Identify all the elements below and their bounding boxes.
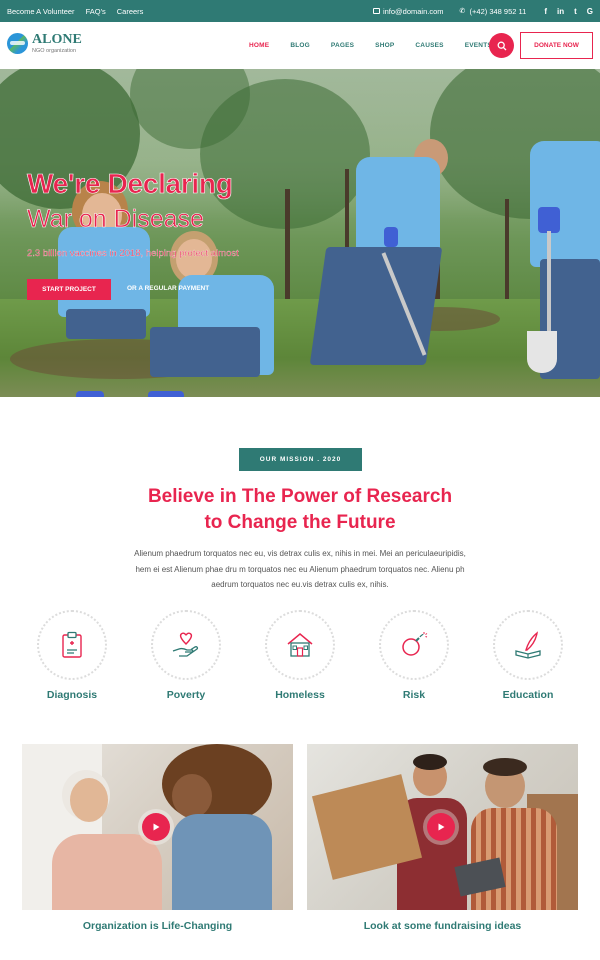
cause-icon-circle — [265, 610, 335, 680]
cause-diagnosis[interactable]: Diagnosis — [32, 610, 112, 701]
heart-hand-icon — [172, 632, 199, 657]
video-play-button[interactable] — [427, 813, 455, 841]
cause-label: Homeless — [275, 689, 325, 701]
email-link[interactable]: info@domain.com — [372, 6, 444, 16]
google-icon[interactable]: G — [587, 7, 593, 16]
cause-homeless[interactable]: Homeless — [260, 610, 340, 701]
cause-label: Poverty — [166, 689, 206, 701]
card-image-life-changing[interactable] — [22, 744, 293, 910]
cause-icon-circle — [493, 610, 563, 680]
book-quill-icon — [515, 631, 541, 659]
mission-text-line-3: aedrum torquatos nec eu.vis detrax culis… — [211, 580, 389, 589]
site-header: ALONE NGO organization HOME BLOG PAGES S… — [0, 22, 600, 69]
nav-events[interactable]: EVENTS — [465, 42, 492, 49]
cause-education[interactable]: Education — [488, 610, 568, 701]
phone-icon: ✆ — [459, 7, 466, 15]
logo-title: ALONE — [32, 32, 82, 47]
bomb-icon — [402, 632, 428, 656]
faqs-link[interactable]: FAQ's — [86, 7, 106, 16]
search-icon — [497, 41, 506, 50]
clipboard-icon — [62, 631, 82, 658]
nav-shop[interactable]: SHOP — [375, 42, 394, 49]
play-icon — [153, 823, 160, 831]
mission-text-line-1: Alienum phaedrum torquatos nec eu, vis d… — [134, 549, 466, 558]
cause-risk[interactable]: Risk — [374, 610, 454, 701]
hero-title-line-1: We're Declaring — [27, 168, 233, 199]
search-button[interactable] — [489, 33, 514, 58]
card-title-fundraising[interactable]: Look at some fundraising ideas — [307, 920, 578, 932]
cause-icon-circle — [37, 610, 107, 680]
careers-link[interactable]: Careers — [117, 7, 144, 16]
become-volunteer-link[interactable]: Become A Volunteer — [7, 7, 75, 16]
logo-subtitle: NGO organization — [32, 48, 77, 54]
linkedin-icon[interactable]: in — [557, 7, 564, 16]
mission-title-line-1: Believe in The Power of Research — [147, 486, 453, 507]
nav-pages[interactable]: PAGES — [331, 42, 354, 49]
mission-badge: OUR MISSION . 2020 — [239, 448, 362, 471]
hero-banner: We're Declaring War on Disease 2.3 billi… — [0, 69, 600, 397]
card-image-fundraising[interactable] — [307, 744, 578, 910]
play-icon — [438, 823, 445, 831]
site-logo[interactable]: ALONE NGO organization — [7, 33, 82, 54]
phone-link[interactable]: ✆ (+42) 348 952 11 — [460, 7, 527, 16]
mission-text-line-2: hem ei est Alienum phae dru m torquatos … — [135, 564, 465, 574]
cause-label: Education — [502, 689, 554, 701]
top-bar-links: Become A Volunteer FAQ's Careers — [7, 0, 143, 22]
globe-logo-icon — [7, 33, 28, 54]
cause-icon-circle — [379, 610, 449, 680]
mission-title: Believe in The Power of Research to Chan… — [0, 484, 600, 536]
card-title-life-changing[interactable]: Organization is Life-Changing — [22, 920, 293, 932]
cause-label: Diagnosis — [46, 689, 98, 701]
cause-poverty[interactable]: Poverty — [146, 610, 226, 701]
donate-now-button[interactable]: DONATE NOW — [520, 32, 593, 59]
regular-payment-link[interactable]: OR A REGULAR PAYMENT — [127, 285, 209, 292]
envelope-icon — [372, 8, 380, 14]
cause-icon-circle — [151, 610, 221, 680]
email-text: info@domain.com — [382, 6, 444, 16]
top-bar: Become A Volunteer FAQ's Careers info@do… — [0, 0, 600, 22]
cause-label: Risk — [402, 689, 426, 701]
facebook-icon[interactable]: f — [544, 7, 547, 16]
hero-title-line-2: War on Disease — [27, 205, 204, 234]
nav-home[interactable]: HOME — [249, 42, 269, 49]
house-icon — [287, 633, 313, 657]
mission-title-line-2: to Change the Future — [204, 512, 396, 533]
hero-subtitle: 2.3 billion vaccines in 2018, helping pr… — [27, 248, 239, 259]
video-play-button[interactable] — [142, 813, 170, 841]
main-nav: HOME BLOG PAGES SHOP CAUSES EVENTS — [249, 22, 513, 69]
start-project-button[interactable]: START PROJECT — [27, 279, 111, 300]
top-bar-contact: info@domain.com ✆ (+42) 348 952 11 f in … — [372, 0, 593, 22]
nav-blog[interactable]: BLOG — [290, 42, 310, 49]
twitter-icon[interactable]: t — [574, 7, 577, 16]
phone-text: (+42) 348 952 11 — [469, 6, 527, 16]
mission-description: Alienum phaedrum torquatos nec eu, vis d… — [118, 546, 482, 593]
nav-causes[interactable]: CAUSES — [415, 42, 443, 49]
